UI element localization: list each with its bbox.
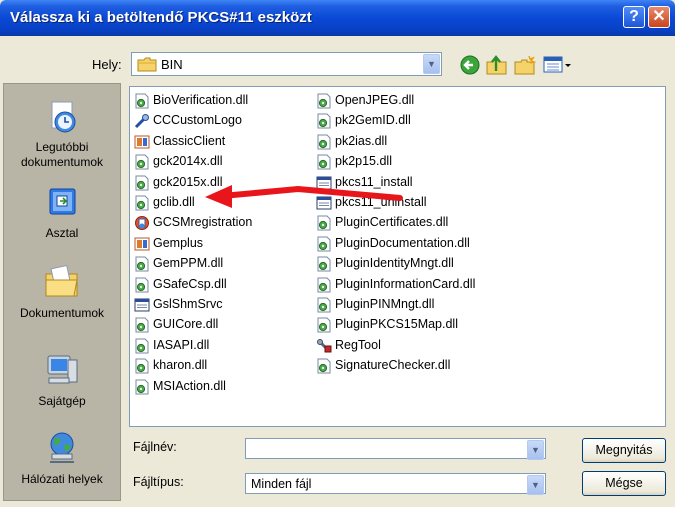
annotation-arrow (205, 185, 403, 208)
file-open-dialog: Válassza ki a betöltendő PKCS#11 eszközt… (0, 0, 675, 507)
annotation-arrow-head (205, 185, 232, 208)
annotation-arrow-shaft (219, 185, 403, 201)
